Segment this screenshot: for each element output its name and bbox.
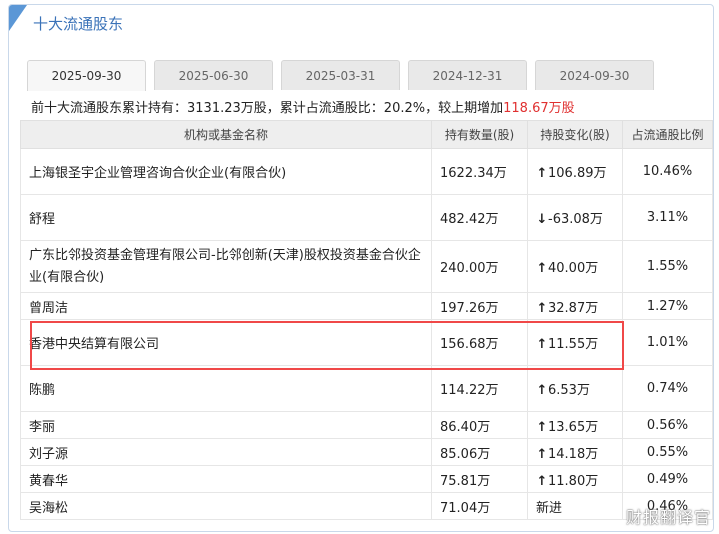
holding-change: ↑11.55万 [527, 319, 623, 366]
tab-period-4[interactable]: 2024-09-30 [535, 60, 654, 90]
holding-qty: 240.00万 [431, 240, 528, 293]
holding-change: ↓-63.08万 [527, 194, 623, 241]
holding-pct: 1.27% [622, 292, 713, 320]
holding-qty: 86.40万 [431, 411, 528, 439]
holder-name: 黄春华 [20, 465, 432, 493]
table-row: 曾周洁 197.26万 ↑32.87万 1.27% [20, 292, 713, 320]
summary-mid2: ，较上期增加 [425, 101, 504, 116]
holder-name: 刘子源 [20, 438, 432, 466]
table-row: 刘子源 85.06万 ↑14.18万 0.55% [20, 438, 713, 466]
col-header-qty: 持有数量(股) [431, 120, 528, 149]
table-row: 香港中央结算有限公司 156.68万 ↑11.55万 1.01% [20, 319, 713, 366]
holding-change: ↑32.87万 [527, 292, 623, 320]
shareholders-table: 机构或基金名称 持有数量(股) 持股变化(股) 占流通股比例 上海银圣宇企业管理… [20, 120, 713, 520]
arrow-up-icon: ↑ [536, 473, 548, 489]
holding-qty: 482.42万 [431, 194, 528, 241]
arrow-up-icon: ↑ [536, 166, 548, 181]
corner-decoration [9, 5, 27, 31]
summary-ratio: 20.2% [383, 101, 426, 116]
col-header-change: 持股变化(股) [527, 120, 623, 149]
holding-pct: 1.55% [622, 240, 713, 293]
change-value: 40.00万 [548, 261, 599, 276]
change-value: 13.65万 [548, 419, 599, 435]
holding-change: ↑6.53万 [527, 365, 623, 412]
table-row: 上海银圣宇企业管理咨询合伙企业(有限合伙) 1622.34万 ↑106.89万 10.… [20, 148, 713, 195]
arrow-up-icon: ↑ [536, 337, 548, 352]
holding-pct: 0.49% [622, 465, 713, 493]
col-header-name: 机构或基金名称 [20, 120, 432, 149]
holding-pct: 3.11% [622, 194, 713, 241]
arrow-up-icon: ↑ [536, 261, 548, 276]
change-value: 新进 [536, 500, 563, 516]
holding-change: ↑106.89万 [527, 148, 623, 195]
col-header-pct: 占流通股比例 [622, 120, 713, 149]
arrow-up-icon: ↑ [536, 383, 548, 398]
holding-qty: 75.81万 [431, 465, 528, 493]
holder-name: 广东比邻投资基金管理有限公司-比邻创新(天津)股权投资基金合伙企业(有限合伙) [20, 240, 432, 293]
summary-prefix: 前十大流通股东累计持有： [31, 101, 188, 116]
summary-holding: 3131.23万股 [187, 101, 267, 116]
holder-name: 上海银圣宇企业管理咨询合伙企业(有限合伙) [20, 148, 432, 195]
holding-qty: 197.26万 [431, 292, 528, 320]
table-row: 黄春华 75.81万 ↑11.80万 0.49% [20, 465, 713, 493]
holder-name: 李丽 [20, 411, 432, 439]
holding-pct: 0.74% [622, 365, 713, 412]
holding-pct: 10.46% [622, 148, 713, 195]
change-value: -63.08万 [548, 212, 603, 227]
arrow-up-icon: ↑ [536, 446, 548, 462]
table-header: 机构或基金名称 持有数量(股) 持股变化(股) 占流通股比例 [20, 120, 713, 149]
holder-name: 陈鹏 [20, 365, 432, 412]
change-value: 14.18万 [548, 446, 599, 462]
change-value: 106.89万 [548, 166, 607, 181]
change-value: 11.80万 [548, 473, 599, 489]
arrow-down-icon: ↓ [536, 212, 548, 227]
tab-period-2[interactable]: 2025-03-31 [281, 60, 400, 90]
holding-change: ↑13.65万 [527, 411, 623, 439]
panel-title: 十大流通股东 [33, 15, 124, 33]
period-tabs: 2025-09-30 2025-06-30 2025-03-31 2024-12… [27, 60, 662, 91]
table-row: 李丽 86.40万 ↑13.65万 0.56% [20, 411, 713, 439]
table-row: 陈鹏 114.22万 ↑6.53万 0.74% [20, 365, 713, 412]
tab-period-3[interactable]: 2024-12-31 [408, 60, 527, 90]
summary-mid: ，累计占流通股比： [266, 101, 384, 116]
holder-name: 舒程 [20, 194, 432, 241]
holder-name: 吴海松 [20, 492, 432, 520]
table-row: 广东比邻投资基金管理有限公司-比邻创新(天津)股权投资基金合伙企业(有限合伙) 2… [20, 240, 713, 293]
holding-qty: 114.22万 [431, 365, 528, 412]
change-value: 32.87万 [548, 300, 599, 316]
holding-change: ↑11.80万 [527, 465, 623, 493]
table-row: 舒程 482.42万 ↓-63.08万 3.11% [20, 194, 713, 241]
change-value: 6.53万 [548, 383, 590, 398]
holding-qty: 1622.34万 [431, 148, 528, 195]
watermark: 财报翻译官 [625, 508, 711, 527]
holding-qty: 71.04万 [431, 492, 528, 520]
holding-pct: 0.55% [622, 438, 713, 466]
summary-line: 前十大流通股东累计持有：3131.23万股，累计占流通股比：20.2%，较上期增… [31, 97, 575, 116]
arrow-up-icon: ↑ [536, 419, 548, 435]
change-value: 11.55万 [548, 337, 599, 352]
holding-pct: 1.01% [622, 319, 713, 366]
summary-change: 118.67万股 [503, 101, 575, 116]
holder-name: 香港中央结算有限公司 [20, 319, 432, 366]
holder-name: 曾周洁 [20, 292, 432, 320]
holding-change: ↑14.18万 [527, 438, 623, 466]
holding-pct: 0.56% [622, 411, 713, 439]
table-row: 吴海松 71.04万 新进 0.46% [20, 492, 713, 520]
holding-qty: 85.06万 [431, 438, 528, 466]
tab-period-0[interactable]: 2025-09-30 [27, 60, 146, 91]
holding-qty: 156.68万 [431, 319, 528, 366]
holding-change: 新进 [527, 492, 623, 520]
tab-period-1[interactable]: 2025-06-30 [154, 60, 273, 90]
arrow-up-icon: ↑ [536, 300, 548, 316]
holding-change: ↑40.00万 [527, 240, 623, 293]
